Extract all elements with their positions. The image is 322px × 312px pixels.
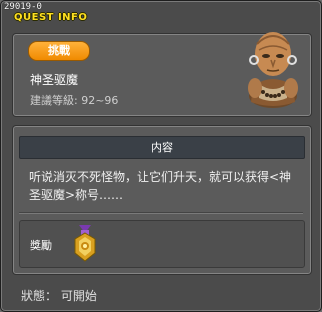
quest-id: 29019-0 bbox=[4, 2, 42, 12]
quest-detail-panel: 内容 听说消灭不死怪物，让它们升天，就可以获得<神圣驱魔>称号…… 獎勵 bbox=[12, 125, 312, 275]
reward-label: 獎勵 bbox=[30, 239, 52, 252]
quest-status: 狀態： 可開始 bbox=[21, 289, 97, 303]
quest-summary-panel: 挑戰 神圣驱魔 建議等級: 92~96 bbox=[12, 32, 312, 117]
divider bbox=[19, 212, 303, 214]
recommended-level: 建議等級: 92~96 bbox=[30, 94, 119, 107]
reward-box: 獎勵 bbox=[19, 220, 305, 268]
medal-icon[interactable] bbox=[70, 223, 100, 263]
quest-info-window: 29019-0 QUEST INFO 挑戰 神圣驱魔 建議等級: 92~96 内… bbox=[0, 0, 322, 312]
challenge-badge: 挑戰 bbox=[28, 41, 90, 61]
content-header: 内容 bbox=[19, 136, 305, 159]
quest-description: 听说消灭不死怪物，让它们升天，就可以获得<神圣驱魔>称号…… bbox=[29, 170, 292, 202]
npc-monk-portrait bbox=[248, 32, 298, 108]
quest-name: 神圣驱魔 bbox=[30, 73, 79, 87]
window-title: QUEST INFO bbox=[14, 12, 88, 23]
